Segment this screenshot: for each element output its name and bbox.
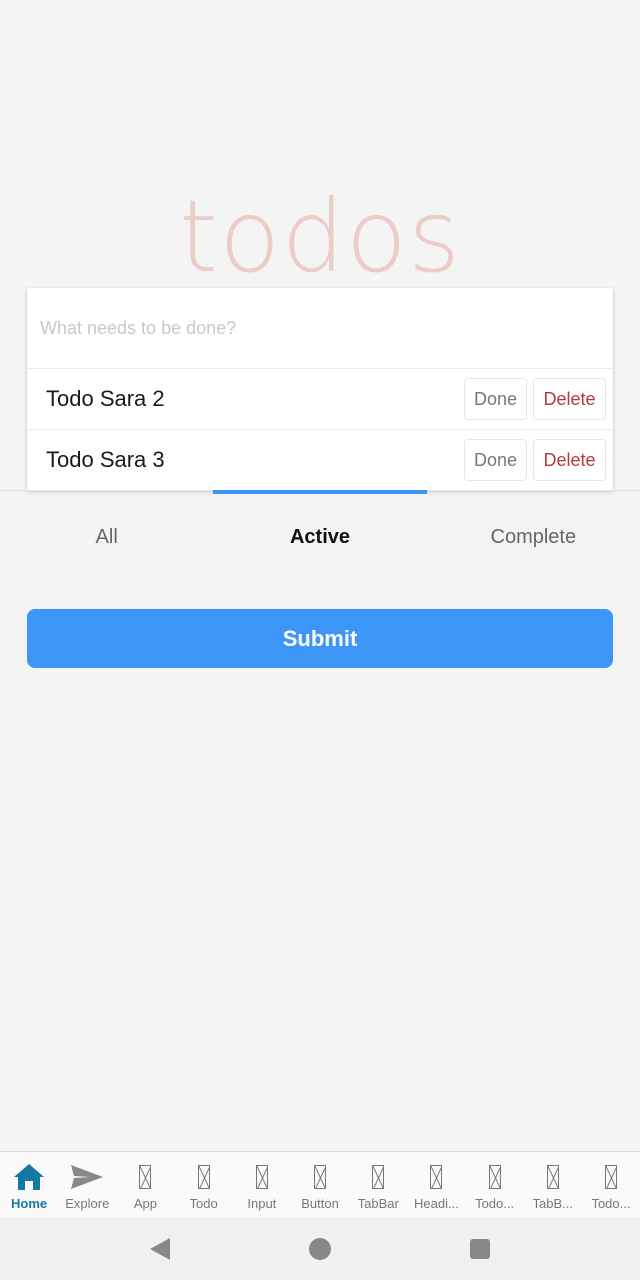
done-button[interactable]: Done	[464, 378, 527, 420]
delete-button[interactable]: Delete	[533, 378, 606, 420]
recents-icon	[470, 1238, 490, 1259]
nav-label: Input	[247, 1196, 277, 1211]
missing-glyph-icon	[488, 1165, 501, 1189]
submit-button[interactable]: Submit	[27, 609, 613, 668]
nav-item-input[interactable]: Input	[233, 1152, 291, 1217]
new-todo-input[interactable]	[27, 288, 613, 368]
nav-label: TabB...	[532, 1196, 574, 1211]
nav-item-todo-3[interactable]: Todo...	[582, 1152, 640, 1217]
nav-label: App	[133, 1196, 158, 1211]
todo-item: Todo Sara 3 Done Delete	[27, 429, 613, 490]
system-navigation-bar	[0, 1217, 640, 1280]
nav-label: Todo...	[591, 1196, 631, 1211]
nav-label: Todo	[189, 1196, 218, 1211]
todo-item-text: Todo Sara 2	[46, 386, 165, 411]
nav-item-explore[interactable]: Explore	[58, 1152, 116, 1217]
tab-complete[interactable]: Complete	[427, 510, 640, 564]
todo-card: Todo Sara 2 Done Delete Todo Sara 3 Done…	[27, 288, 613, 490]
nav-item-heading[interactable]: Headi...	[407, 1152, 465, 1217]
nav-label: Headi...	[414, 1196, 459, 1211]
nav-item-tabbar[interactable]: TabBar	[349, 1152, 407, 1217]
nav-item-todo[interactable]: Todo	[175, 1152, 233, 1217]
missing-glyph-icon	[372, 1165, 385, 1189]
nav-label: Button	[301, 1196, 339, 1211]
system-recents-button[interactable]	[460, 1229, 500, 1269]
bottom-navigation: Home Explore App Todo Input Button TabBa…	[0, 1151, 640, 1217]
missing-glyph-icon	[430, 1165, 443, 1189]
filter-tabs: All Active Complete	[0, 510, 640, 564]
send-icon	[70, 1161, 104, 1193]
nav-item-app[interactable]: App	[116, 1152, 174, 1217]
back-icon	[150, 1237, 170, 1260]
todo-item-text: Todo Sara 3	[46, 447, 165, 472]
system-back-button[interactable]	[140, 1229, 180, 1269]
missing-glyph-icon	[546, 1165, 559, 1189]
screen: todos Todo Sara 2 Done Delete Todo Sara …	[0, 0, 640, 1280]
tab-all[interactable]: All	[0, 510, 213, 564]
nav-item-tabbar-2[interactable]: TabB...	[524, 1152, 582, 1217]
nav-item-home[interactable]: Home	[0, 1152, 58, 1217]
missing-glyph-icon	[314, 1165, 327, 1189]
home-icon	[13, 1161, 45, 1193]
done-button[interactable]: Done	[464, 439, 527, 481]
delete-button[interactable]: Delete	[533, 439, 606, 481]
nav-label: Explore	[65, 1196, 110, 1211]
missing-glyph-icon	[255, 1165, 268, 1189]
missing-glyph-icon	[197, 1165, 210, 1189]
nav-label: Home	[11, 1196, 48, 1211]
todo-item: Todo Sara 2 Done Delete	[27, 368, 613, 429]
nav-item-button[interactable]: Button	[291, 1152, 349, 1217]
missing-glyph-icon	[139, 1165, 152, 1189]
home-circle-icon	[309, 1237, 331, 1260]
app-title: todos	[178, 178, 462, 295]
active-tab-indicator	[213, 490, 427, 494]
missing-glyph-icon	[604, 1165, 617, 1189]
nav-label: TabBar	[357, 1196, 399, 1211]
system-home-button[interactable]	[300, 1229, 340, 1269]
tab-active[interactable]: Active	[213, 510, 426, 564]
nav-item-todo-2[interactable]: Todo...	[466, 1152, 524, 1217]
nav-label: Todo...	[475, 1196, 515, 1211]
